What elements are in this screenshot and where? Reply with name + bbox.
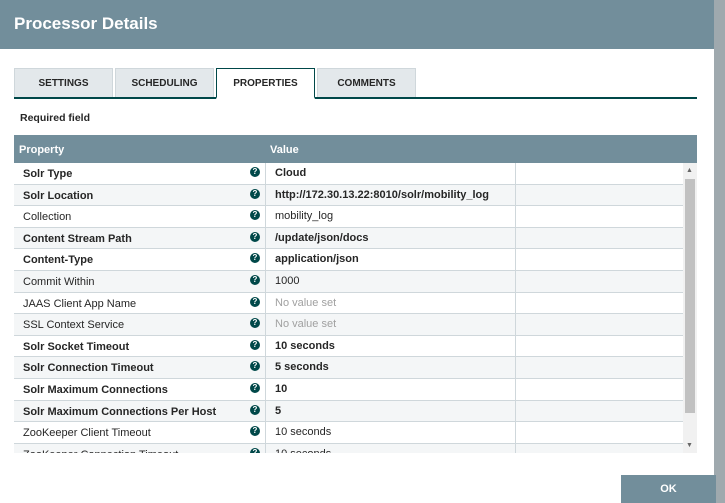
help-icon[interactable]: ? xyxy=(250,210,260,221)
property-name: Content-Type xyxy=(23,254,94,267)
property-value[interactable]: mobility_log xyxy=(265,206,516,227)
tab-scheduling[interactable]: SCHEDULING xyxy=(115,68,214,97)
property-value[interactable]: 5 xyxy=(265,400,516,422)
table-body: Solr Type ? Cloud Solr Location ? http://… xyxy=(14,163,683,453)
help-icon[interactable]: ? xyxy=(250,296,260,307)
property-name: Solr Location xyxy=(23,189,94,202)
property-name: Solr Maximum Connections xyxy=(23,383,168,396)
property-name: Solr Connection Timeout xyxy=(23,362,154,375)
property-value[interactable]: Cloud xyxy=(265,163,516,184)
help-icon[interactable]: ? xyxy=(250,361,260,372)
property-value[interactable]: http://172.30.13.22:8010/solr/mobility_l… xyxy=(265,184,516,206)
help-icon[interactable]: ? xyxy=(250,339,260,350)
property-name: ZooKeeper Client Timeout xyxy=(23,427,151,440)
help-icon[interactable]: ? xyxy=(250,382,260,393)
table-row[interactable]: ZooKeeper Client Timeout ? 10 seconds xyxy=(14,422,683,444)
table-row[interactable]: Content-Type ? application/json xyxy=(14,249,683,271)
scroll-up-icon[interactable]: ▲ xyxy=(686,167,693,174)
tab-properties[interactable]: PROPERTIES xyxy=(216,68,315,99)
help-icon[interactable]: ? xyxy=(250,274,260,285)
tab-comments[interactable]: COMMENTS xyxy=(317,68,416,97)
property-name: Solr Socket Timeout xyxy=(23,340,130,353)
ok-button[interactable]: OK xyxy=(621,475,716,503)
table-row[interactable]: Solr Maximum Connections Per Host ? 5 xyxy=(14,400,683,423)
background-canvas xyxy=(714,0,725,503)
property-value[interactable]: application/json xyxy=(265,249,516,270)
table-row[interactable]: Solr Maximum Connections ? 10 xyxy=(14,378,683,401)
property-value[interactable]: 10 xyxy=(265,378,516,400)
property-name: ZooKeeper Connection Timeout xyxy=(23,449,178,453)
property-name: Solr Maximum Connections Per Host xyxy=(23,405,217,418)
table-row[interactable]: Collection ? mobility_log xyxy=(14,206,683,228)
table-row[interactable]: Solr Socket Timeout ? 10 seconds xyxy=(14,335,683,358)
table-row[interactable]: SSL Context Service ? No value set xyxy=(14,314,683,336)
property-value[interactable]: No value set xyxy=(265,314,516,335)
property-name: Commit Within xyxy=(23,275,95,288)
property-value[interactable]: 10 seconds xyxy=(265,443,516,453)
property-name: Content Stream Path xyxy=(23,232,132,245)
required-field-label: Required field xyxy=(20,112,91,124)
help-icon[interactable]: ? xyxy=(250,404,260,415)
scrollbar-thumb[interactable] xyxy=(685,179,695,413)
table-row[interactable]: Solr Connection Timeout ? 5 seconds xyxy=(14,357,683,379)
help-icon[interactable]: ? xyxy=(250,188,260,199)
tab-settings[interactable]: SETTINGS xyxy=(14,68,113,97)
property-value[interactable]: /update/json/docs xyxy=(265,227,516,249)
scrollbar[interactable]: ▲ ▼ xyxy=(683,163,697,453)
table-row[interactable]: Solr Location ? http://172.30.13.22:8010… xyxy=(14,184,683,207)
property-value[interactable]: 1000 xyxy=(265,270,516,292)
property-name: Solr Type xyxy=(23,168,73,180)
scroll-down-icon[interactable]: ▼ xyxy=(686,442,693,449)
property-value[interactable]: 5 seconds xyxy=(265,357,516,378)
help-icon[interactable]: ? xyxy=(250,318,260,329)
property-name: SSL Context Service xyxy=(23,319,125,332)
dialog-title: Processor Details xyxy=(0,0,714,49)
table-row[interactable]: ZooKeeper Connection Timeout ? 10 second… xyxy=(14,443,683,453)
property-name: JAAS Client App Name xyxy=(23,297,137,310)
processor-details-dialog: Processor Details SETTINGS SCHEDULING PR… xyxy=(0,0,714,503)
tab-bar: SETTINGS SCHEDULING PROPERTIES COMMENTS xyxy=(14,68,697,99)
property-value[interactable]: 10 seconds xyxy=(265,422,516,443)
properties-table: Property Value Solr Type ? Cloud Solr Loc… xyxy=(14,135,697,453)
help-icon[interactable]: ? xyxy=(250,447,260,453)
header-value: Value xyxy=(270,144,299,156)
table-row[interactable]: JAAS Client App Name ? No value set xyxy=(14,292,683,315)
help-icon[interactable]: ? xyxy=(250,426,260,437)
table-header: Property Value xyxy=(14,135,697,163)
help-icon[interactable]: ? xyxy=(250,167,260,177)
help-icon[interactable]: ? xyxy=(250,231,260,242)
property-name: Collection xyxy=(23,211,72,224)
header-property: Property xyxy=(19,144,65,156)
table-row[interactable]: Solr Type ? Cloud xyxy=(14,163,683,185)
property-value[interactable]: 10 seconds xyxy=(265,335,516,357)
help-icon[interactable]: ? xyxy=(250,253,260,264)
property-value[interactable]: No value set xyxy=(265,292,516,314)
table-row[interactable]: Content Stream Path ? /update/json/docs xyxy=(14,227,683,250)
table-row[interactable]: Commit Within ? 1000 xyxy=(14,270,683,293)
